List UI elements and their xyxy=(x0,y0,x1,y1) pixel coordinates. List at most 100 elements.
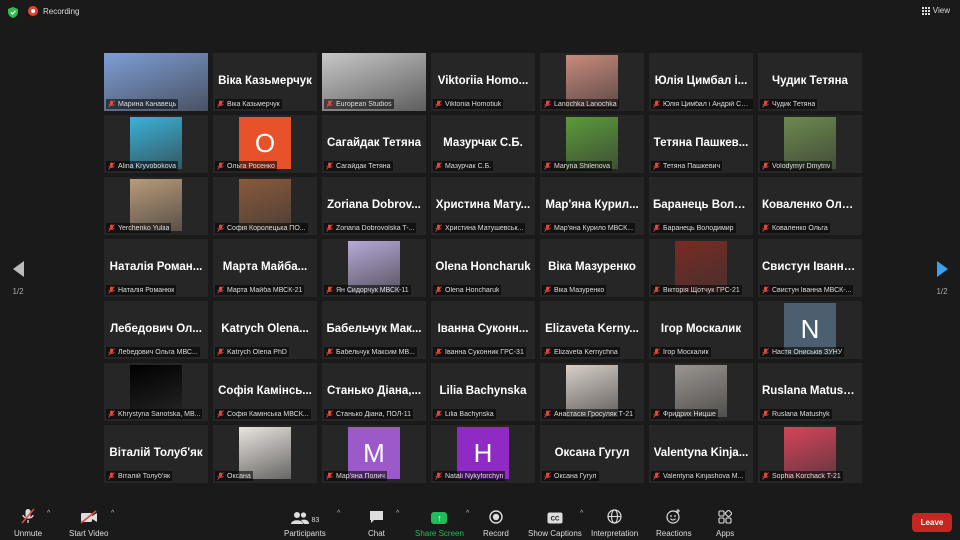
participant-tile[interactable]: Maryna Shilenova xyxy=(540,115,644,173)
start-video-button[interactable]: Start Video xyxy=(69,508,108,538)
participant-name-label: Volodymyr Dmytriv xyxy=(760,161,833,171)
participant-tile[interactable]: Мар'яна Курил... Мар'яна Курило МВСК... xyxy=(540,177,644,235)
participant-tile[interactable]: Віка Казьмерчук Віка Казьмерчук xyxy=(213,53,317,111)
captions-options-caret[interactable]: ^ xyxy=(580,510,583,517)
participant-gallery: Марина Канавець Віка Казьмерчук Віка Казьм… xyxy=(104,53,862,485)
participant-tile[interactable]: Свистун Іванна... Свистун Іванна МВСК-... xyxy=(758,239,862,297)
muted-mic-icon xyxy=(326,410,333,418)
participant-name-label: Katrych Olena PhD xyxy=(215,347,289,357)
participant-tile[interactable]: Lilia Bachynska Lilia Bachynska xyxy=(431,363,535,421)
participant-tile[interactable]: Viktoriia Homo... Viktoriia Homotiuk xyxy=(431,53,535,111)
participant-tile[interactable]: Станько Діана,... Станько Діана, ПОЛ-11 xyxy=(322,363,426,421)
participant-tile[interactable]: Оксана xyxy=(213,425,317,483)
participant-tile[interactable]: H Natali Nykyforchyn xyxy=(431,425,535,483)
participant-tile[interactable]: Lanochka Lanochka xyxy=(540,53,644,111)
participant-name: Софія Камінська МВСК... xyxy=(227,410,309,418)
participant-display-name: Оксана Гугул xyxy=(554,447,630,459)
participant-tile[interactable]: Марта Майба... Марта Майба МВСК-21 xyxy=(213,239,317,297)
unmute-button[interactable]: Unmute xyxy=(14,508,42,538)
participant-tile[interactable]: Sophia Korchack T-21 xyxy=(758,425,862,483)
share-options-caret[interactable]: ^ xyxy=(466,510,469,517)
participant-tile[interactable]: Віталій Толуб'як Віталій Толуб'як xyxy=(104,425,208,483)
participant-tile[interactable]: Elizaveta Kerny... Elizaveta Kernychna xyxy=(540,301,644,359)
interpretation-button[interactable]: Interpretation xyxy=(591,508,638,538)
participant-tile[interactable]: Ян Сидорчук МВСК-11 xyxy=(322,239,426,297)
participant-name: Natali Nykyforchyn xyxy=(445,472,504,480)
participant-tile[interactable]: Лебедович Ол... Лебедович Ольга МВС... xyxy=(104,301,208,359)
participant-tile[interactable]: Софія Камінсь... Софія Камінська МВСК... xyxy=(213,363,317,421)
muted-mic-icon xyxy=(653,472,660,480)
arrow-left-icon xyxy=(12,261,24,277)
participant-tile[interactable]: Наталія Роман... Наталія Романюк xyxy=(104,239,208,297)
recording-label: Recording xyxy=(43,6,80,16)
participant-tile[interactable]: Мазурчак С.Б. Мазурчак С.Б. xyxy=(431,115,535,173)
chat-button[interactable]: Chat xyxy=(368,508,385,538)
view-button[interactable]: View xyxy=(921,6,950,15)
participant-name: Наталія Романюк xyxy=(118,286,175,294)
share-screen-button[interactable]: Share Screen xyxy=(415,508,464,538)
participant-tile[interactable]: Volodymyr Dmytriv xyxy=(758,115,862,173)
participant-name-label: Zoriana Dobrovolska T-... xyxy=(324,223,417,233)
muted-mic-icon xyxy=(108,100,115,108)
participant-tile[interactable]: Ruslana Matush... Ruslana Matushyk xyxy=(758,363,862,421)
muted-mic-icon xyxy=(217,162,224,170)
participant-name-label: Мар'яна Полич xyxy=(324,471,387,481)
participant-tile[interactable]: Віка Мазуренко Віка Мазуренко xyxy=(540,239,644,297)
participant-tile[interactable]: Valentyna Kinja... Valentyna Kinjashova M… xyxy=(649,425,753,483)
muted-mic-icon xyxy=(108,472,115,480)
participant-display-name: Свистун Іванна... xyxy=(762,261,860,273)
prev-page-button[interactable]: 1/2 xyxy=(8,261,28,296)
participant-tile[interactable]: Анастасія Гросуляк Т-21 xyxy=(540,363,644,421)
participants-button[interactable]: 83 Participants xyxy=(284,508,326,538)
participant-tile[interactable]: N Настя Ониськів ЗУНУ xyxy=(758,301,862,359)
participant-tile[interactable]: Тетяна Пашкев... Тетяна Пашкевич xyxy=(649,115,753,173)
participant-tile[interactable]: Ігор Москалик Ігор Москалик xyxy=(649,301,753,359)
participant-tile[interactable]: O Ольга Росенко xyxy=(213,115,317,173)
participant-tile[interactable]: Фридрих Ницше xyxy=(649,363,753,421)
participant-tile[interactable]: Вікторія Щотчук ГРС-21 xyxy=(649,239,753,297)
audio-options-caret[interactable]: ^ xyxy=(47,510,50,517)
participant-tile[interactable]: Іванна Суконн... Іванна Суконник ГРС-31 xyxy=(431,301,535,359)
participant-tile[interactable]: M Мар'яна Полич xyxy=(322,425,426,483)
next-page-button[interactable]: 1/2 xyxy=(932,261,952,296)
video-options-caret[interactable]: ^ xyxy=(111,510,114,517)
participant-name: Мар'яна Курило МВСК... xyxy=(554,224,634,232)
participant-tile[interactable]: Alina Kryvobokova xyxy=(104,115,208,173)
participant-tile[interactable]: Марина Канавець xyxy=(104,53,208,111)
record-button[interactable]: Record xyxy=(483,508,509,538)
participant-name: Марта Майба МВСК-21 xyxy=(227,286,303,294)
participant-tile[interactable]: Yerchenko Yuliia xyxy=(104,177,208,235)
leave-button[interactable]: Leave xyxy=(912,513,952,532)
participant-tile[interactable]: Сагайдак Тетяна Сагайдак Тетяна xyxy=(322,115,426,173)
participant-tile[interactable]: Коваленко Оль... Коваленко Ольга xyxy=(758,177,862,235)
participant-tile[interactable]: Katrych Olena... Katrych Olena PhD xyxy=(213,301,317,359)
recording-indicator[interactable]: Recording xyxy=(28,6,79,16)
participant-tile[interactable]: Khrystyna Sanotska, MB... xyxy=(104,363,208,421)
participant-tile[interactable]: Бабельчук Мак... Бабельчук Максим МВ... xyxy=(322,301,426,359)
participant-tile[interactable]: Zoriana Dobrov... Zoriana Dobrovolska T-.… xyxy=(322,177,426,235)
participant-tile[interactable]: Olena Honcharuk Olena Honcharuk xyxy=(431,239,535,297)
participants-options-caret[interactable]: ^ xyxy=(337,510,340,517)
participant-name: Бабельчук Максим МВ... xyxy=(336,348,415,356)
muted-mic-icon xyxy=(217,410,224,418)
participant-tile[interactable]: Баранець Воло... Баранець Володимир xyxy=(649,177,753,235)
chat-options-caret[interactable]: ^ xyxy=(396,510,399,517)
participant-name: Фридрих Ницше xyxy=(663,410,716,418)
apps-button[interactable]: Apps xyxy=(716,508,734,538)
muted-mic-icon xyxy=(435,410,442,418)
participant-name-label: Yerchenko Yuliia xyxy=(106,223,172,233)
participant-name-label: Віка Мазуренко xyxy=(542,285,607,295)
participant-tile[interactable]: European Studios xyxy=(322,53,426,111)
participant-tile[interactable]: Софія Королецька ПО... xyxy=(213,177,317,235)
svg-text:CC: CC xyxy=(551,517,560,523)
participant-tile[interactable]: Чудик Тетяна Чудик Тетяна xyxy=(758,53,862,111)
reactions-button[interactable]: Reactions xyxy=(656,508,692,538)
participant-name-label: Фридрих Ницше xyxy=(651,409,718,419)
participant-tile[interactable]: Христина Мату... Христина Матушевськ... xyxy=(431,177,535,235)
participant-display-name: Софія Камінсь... xyxy=(218,385,312,397)
participant-tile[interactable]: Юлія Цимбал і... Юлія Цимбал і Андрій Стр… xyxy=(649,53,753,111)
participant-display-name: Katrych Olena... xyxy=(221,323,309,335)
muted-mic-icon xyxy=(326,348,333,356)
participant-tile[interactable]: Оксана Гугул Оксана Гугул xyxy=(540,425,644,483)
show-captions-button[interactable]: CC Show Captions xyxy=(528,508,582,538)
